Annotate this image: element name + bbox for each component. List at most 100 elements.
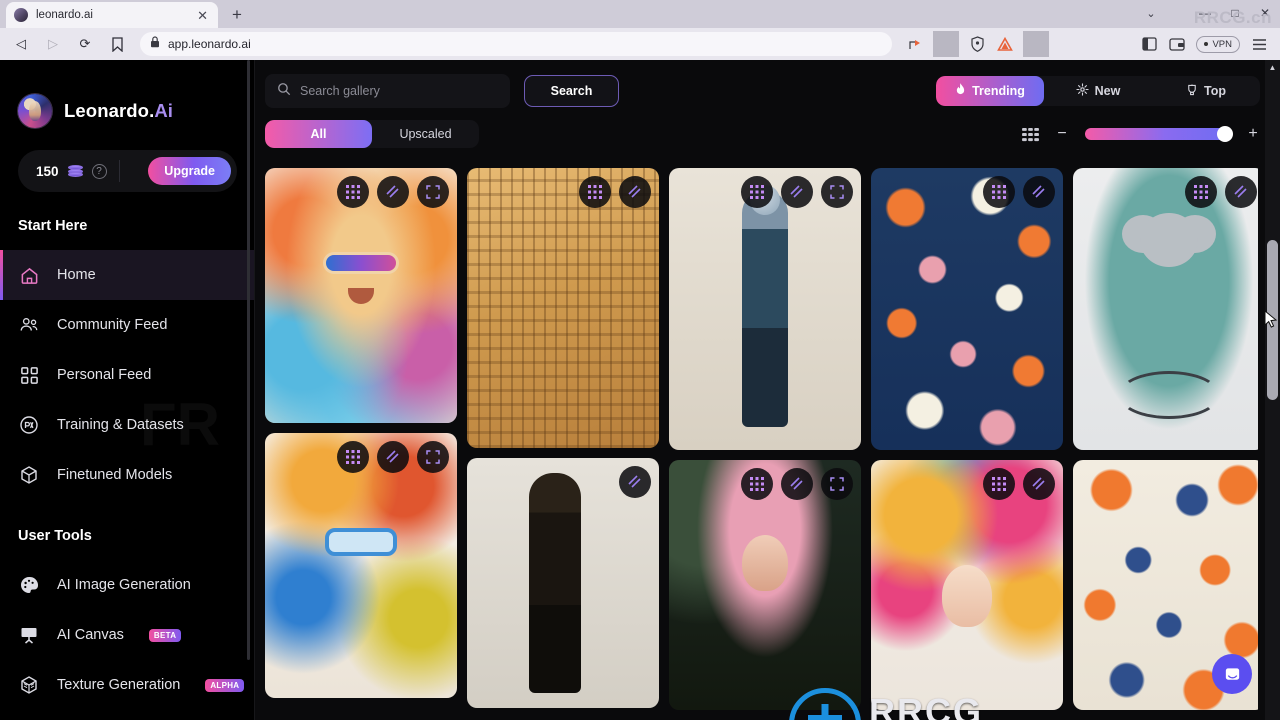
reload-icon[interactable]: ⟳ xyxy=(72,31,98,57)
upscale-icon[interactable] xyxy=(337,441,369,473)
page-scrollbar[interactable]: ▲ xyxy=(1265,60,1280,720)
divider xyxy=(1023,31,1050,57)
variations-icon[interactable] xyxy=(619,466,651,498)
filter-all[interactable]: All xyxy=(265,120,372,148)
url-text: app.leonardo.ai xyxy=(168,37,251,51)
chat-bubble-icon[interactable] xyxy=(1212,654,1252,694)
sidebar-item-finetuned-models[interactable]: Finetuned Models xyxy=(0,450,255,500)
gallery-card[interactable] xyxy=(265,168,457,423)
brand-name-suffix: Ai xyxy=(154,100,174,121)
variations-icon[interactable] xyxy=(377,176,409,208)
card-actions xyxy=(1185,176,1257,208)
home-icon xyxy=(18,264,40,286)
sidebar-item-home[interactable]: Home xyxy=(0,250,255,300)
vpn-label: VPN xyxy=(1212,38,1232,50)
panel-icon[interactable] xyxy=(1136,31,1162,57)
variations-icon[interactable] xyxy=(1023,176,1055,208)
gallery-card[interactable] xyxy=(871,168,1063,450)
tab-label: New xyxy=(1094,84,1121,98)
upscale-icon[interactable] xyxy=(741,468,773,500)
easel-icon xyxy=(18,624,40,646)
upscale-icon[interactable] xyxy=(1185,176,1217,208)
bookmark-icon[interactable] xyxy=(104,31,130,57)
sidebar-item-ai-image-generation[interactable]: AI Image Generation xyxy=(0,560,255,610)
zoom-controls: − + xyxy=(1022,126,1260,142)
variations-icon[interactable] xyxy=(781,468,813,500)
slider-track xyxy=(1085,128,1230,140)
gallery-card[interactable] xyxy=(669,168,861,450)
fullscreen-icon[interactable] xyxy=(821,468,853,500)
variations-icon[interactable] xyxy=(1023,468,1055,500)
vpn-status-dot xyxy=(1204,42,1209,46)
variations-icon[interactable] xyxy=(377,441,409,473)
sidebar-item-label: AI Canvas xyxy=(57,627,124,643)
mouse-cursor xyxy=(1264,310,1278,328)
search-input[interactable]: Search gallery xyxy=(265,74,510,108)
app-sidebar: Leonardo.Ai 150 ? Upgrade Start Here Hom… xyxy=(0,60,255,720)
wallet-icon[interactable] xyxy=(1164,31,1190,57)
card-actions xyxy=(983,468,1055,500)
sidebar-scrollbar[interactable] xyxy=(247,60,250,660)
badge-alpha: ALPHA xyxy=(205,678,245,692)
trophy-icon xyxy=(1186,83,1198,100)
image-gallery[interactable] xyxy=(265,168,1258,720)
upscale-icon[interactable] xyxy=(579,176,611,208)
gallery-card[interactable] xyxy=(871,460,1063,710)
share-icon[interactable] xyxy=(902,31,928,57)
upgrade-button[interactable]: Upgrade xyxy=(148,157,231,185)
gallery-card[interactable] xyxy=(467,168,659,448)
brand-logo-area[interactable]: Leonardo.Ai xyxy=(0,94,255,128)
slider-handle[interactable] xyxy=(1217,126,1233,142)
fullscreen-icon[interactable] xyxy=(821,176,853,208)
grid-density-icon[interactable] xyxy=(1022,127,1039,142)
scroll-up-arrow[interactable]: ▲ xyxy=(1265,60,1280,75)
tab-trending[interactable]: Trending xyxy=(936,76,1044,106)
fullscreen-icon[interactable] xyxy=(417,441,449,473)
variations-icon[interactable] xyxy=(619,176,651,208)
address-bar[interactable]: app.leonardo.ai xyxy=(140,32,893,56)
upscale-icon[interactable] xyxy=(983,176,1015,208)
zoom-out-button[interactable]: − xyxy=(1055,126,1069,142)
section-title-user-tools: User Tools xyxy=(18,528,92,544)
zoom-slider[interactable] xyxy=(1085,126,1233,142)
sidebar-item-ai-canvas[interactable]: AI Canvas BETA xyxy=(0,610,255,660)
upscale-icon[interactable] xyxy=(337,176,369,208)
search-icon xyxy=(277,82,291,101)
browser-tab[interactable]: leonardo.ai ✕ xyxy=(6,2,218,28)
variations-icon[interactable] xyxy=(1225,176,1257,208)
shield-icon[interactable] xyxy=(964,31,990,57)
leo-ai-icon[interactable] xyxy=(992,31,1018,57)
token-coins-icon xyxy=(67,165,83,177)
sidebar-item-training-datasets[interactable]: Training & Datasets xyxy=(0,400,255,450)
browser-window: leonardo.ai ✕ + ⌄ — □ ✕ ◁ ▷ ⟳ app.leonar… xyxy=(0,0,1280,720)
variations-icon[interactable] xyxy=(781,176,813,208)
sparkle-icon xyxy=(1076,83,1089,99)
filter-upscaled[interactable]: Upscaled xyxy=(372,120,479,148)
close-icon[interactable]: ✕ xyxy=(195,9,210,22)
back-icon[interactable]: ◁ xyxy=(8,31,34,57)
hamburger-menu-icon[interactable] xyxy=(1246,31,1272,57)
new-tab-button[interactable]: + xyxy=(224,2,250,28)
tab-top[interactable]: Top xyxy=(1152,76,1260,106)
divider xyxy=(118,160,120,182)
lock-icon xyxy=(150,35,160,53)
upscale-icon[interactable] xyxy=(983,468,1015,500)
tab-label: Trending xyxy=(972,84,1025,98)
search-button[interactable]: Search xyxy=(524,75,619,107)
upscale-icon[interactable] xyxy=(741,176,773,208)
gallery-card[interactable] xyxy=(467,458,659,708)
question-mark-icon[interactable]: ? xyxy=(91,163,107,179)
sidebar-item-community-feed[interactable]: Community Feed xyxy=(0,300,255,350)
vpn-button[interactable]: VPN xyxy=(1192,31,1244,57)
gallery-card[interactable] xyxy=(1073,168,1258,450)
chevron-down-icon[interactable]: ⌄ xyxy=(1134,0,1168,26)
gallery-toolbar: Search gallery Search Trending New Top A… xyxy=(255,60,1280,148)
tab-new[interactable]: New xyxy=(1044,76,1152,106)
fullscreen-icon[interactable] xyxy=(417,176,449,208)
forward-icon[interactable]: ▷ xyxy=(40,31,66,57)
sidebar-item-texture-generation[interactable]: Texture Generation ALPHA xyxy=(0,660,255,710)
sidebar-item-personal-feed[interactable]: Personal Feed xyxy=(0,350,255,400)
gallery-card[interactable] xyxy=(669,460,861,710)
gallery-card[interactable] xyxy=(265,433,457,698)
zoom-in-button[interactable]: + xyxy=(1246,126,1260,142)
